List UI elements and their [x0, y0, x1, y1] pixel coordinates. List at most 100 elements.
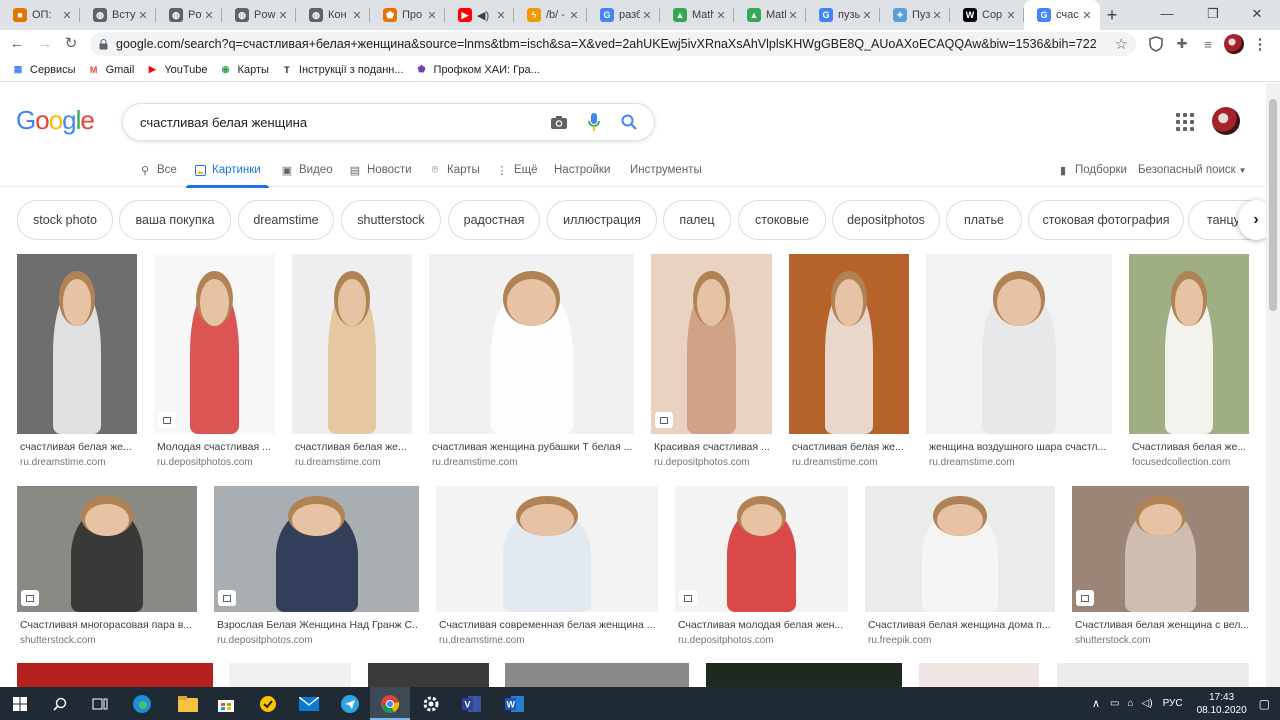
image-thumbnail[interactable]	[675, 486, 848, 612]
image-thumbnail[interactable]	[292, 254, 412, 434]
close-window-button[interactable]: ✕	[1234, 0, 1280, 30]
tab-maps[interactable]: ⌾ Карты	[429, 153, 480, 187]
tab-close-icon[interactable]: ✕	[350, 9, 364, 22]
edge-icon[interactable]	[122, 687, 162, 720]
google-apps-icon[interactable]	[1176, 113, 1196, 133]
image-source[interactable]: ru.dreamstime.com	[20, 457, 136, 468]
search-icon[interactable]	[40, 687, 80, 720]
tab-all[interactable]: ⚲ Все	[139, 153, 177, 187]
media-control-icon[interactable]: ≡	[1198, 34, 1218, 54]
tab-close-icon[interactable]: ✕	[714, 9, 728, 22]
image-thumbnail[interactable]	[17, 663, 213, 687]
visio-icon[interactable]: V	[452, 687, 492, 720]
image-source[interactable]: shutterstock.com	[1075, 635, 1248, 646]
image-thumbnail[interactable]	[154, 254, 275, 434]
norton-icon[interactable]	[248, 687, 288, 720]
image-source[interactable]: ru.dreamstime.com	[792, 457, 908, 468]
browser-tab[interactable]: ◍ Pow✕	[222, 0, 296, 30]
image-caption[interactable]: Молодая счастливая ...	[157, 441, 274, 453]
image-source[interactable]: ru.freepik.com	[868, 635, 1054, 646]
image-source[interactable]: ru.dreamstime.com	[295, 457, 411, 468]
search-chip[interactable]: depositphotos	[832, 200, 940, 240]
image-thumbnail[interactable]	[919, 663, 1039, 687]
image-thumbnail[interactable]	[505, 663, 689, 687]
browser-tab[interactable]: ϟ/b/ - ✕	[514, 0, 587, 30]
image-thumbnail[interactable]	[17, 254, 137, 434]
image-caption[interactable]: Счастливая белая же...	[1132, 441, 1248, 453]
start-icon[interactable]	[0, 687, 40, 720]
image-caption[interactable]: Счастливая белая женщина с вел...	[1075, 619, 1248, 631]
profile-avatar[interactable]	[1224, 34, 1244, 54]
image-source[interactable]: ru.depositphotos.com	[157, 457, 274, 468]
language-indicator[interactable]: РУС	[1163, 698, 1183, 709]
image-thumbnail[interactable]	[17, 486, 197, 612]
image-thumbnail[interactable]	[706, 663, 902, 687]
bookmark-item[interactable]: ▦ Сервисы	[12, 64, 76, 76]
chevron-up-icon[interactable]: ∧	[1092, 697, 1100, 710]
tab-close-icon[interactable]: ✕	[930, 9, 944, 22]
image-caption[interactable]: Счастливая современная белая женщина ...	[439, 619, 657, 631]
search-box[interactable]: счастливая белая женщина	[122, 103, 655, 141]
tab-tools[interactable]: Инструменты	[630, 153, 702, 187]
search-chip[interactable]: shutterstock	[341, 200, 441, 240]
browser-tab[interactable]: ▲ Math✕	[660, 0, 734, 30]
image-caption[interactable]: Счастливая многорасовая пара в...	[20, 619, 196, 631]
volume-icon[interactable]: ◁)	[1142, 698, 1153, 709]
tab-close-icon[interactable]: ✕	[860, 9, 874, 22]
store-icon[interactable]	[206, 687, 246, 720]
maximize-button[interactable]: ❐	[1190, 0, 1236, 30]
image-thumbnail[interactable]	[1072, 486, 1249, 612]
image-thumbnail[interactable]	[214, 486, 419, 612]
image-source[interactable]: shutterstock.com	[20, 635, 196, 646]
image-caption[interactable]: Счастливая белая женщина дома п...	[868, 619, 1054, 631]
browser-menu-icon[interactable]: ⋮	[1250, 34, 1270, 54]
chrome-icon[interactable]	[370, 687, 410, 720]
chevron-right-icon[interactable]: ›	[1238, 200, 1266, 240]
image-thumbnail[interactable]	[368, 663, 489, 687]
search-chip[interactable]: платье	[946, 200, 1022, 240]
microphone-icon[interactable]	[584, 112, 604, 132]
image-caption[interactable]: женщина воздушного шара счастл...	[929, 441, 1111, 453]
battery-icon[interactable]: ▭	[1110, 698, 1119, 709]
browser-tab[interactable]: ◍ Всту ✕	[80, 0, 156, 30]
image-source[interactable]: ru.dreamstime.com	[432, 457, 633, 468]
search-chip[interactable]: стоковые	[738, 200, 826, 240]
browser-tab[interactable]: ◍ Кон ✕	[296, 0, 370, 30]
image-caption[interactable]: счастливая белая же...	[20, 441, 136, 453]
search-chip[interactable]: ваша покупка	[119, 200, 231, 240]
search-chip[interactable]: dreamstime	[238, 200, 334, 240]
tab-settings[interactable]: Настройки	[554, 153, 610, 187]
browser-tab[interactable]: Gсчас ✕	[1024, 0, 1100, 30]
back-button[interactable]: ←	[6, 33, 28, 55]
image-caption[interactable]: счастливая белая же...	[792, 441, 908, 453]
tab-close-icon[interactable]: ✕	[276, 9, 290, 22]
tab-close-icon[interactable]: ✕	[425, 9, 439, 22]
image-source[interactable]: ru.dreamstime.com	[439, 635, 657, 646]
browser-tab[interactable]: ◍ Pow✕	[156, 0, 222, 30]
image-source[interactable]: ru.dreamstime.com	[929, 457, 1111, 468]
new-tab-button[interactable]: +	[1100, 4, 1124, 26]
browser-tab[interactable]: ▶ ◀) ✕	[445, 0, 514, 30]
tab-close-icon[interactable]: ✕	[136, 9, 150, 22]
reload-button[interactable]: ↻	[60, 33, 82, 55]
camera-icon[interactable]	[549, 112, 569, 132]
search-input[interactable]: счастливая белая женщина	[140, 115, 549, 130]
browser-tab[interactable]: Gпузы ✕	[806, 0, 880, 30]
browser-tab[interactable]: ▲ Math✕	[734, 0, 806, 30]
word-icon[interactable]: W	[495, 687, 535, 720]
shield-extension-icon[interactable]	[1146, 34, 1166, 54]
search-icon[interactable]	[619, 112, 639, 132]
tab-news[interactable]: ▤ Новости	[349, 153, 412, 187]
image-thumbnail[interactable]	[436, 486, 658, 612]
browser-tab[interactable]: Gразб ✕	[587, 0, 660, 30]
search-chip[interactable]: иллюстрация	[547, 200, 657, 240]
address-bar[interactable]: google.com/search?q=счастливая+белая+жен…	[90, 32, 1136, 56]
image-thumbnail[interactable]	[1057, 663, 1249, 687]
minimize-button[interactable]: —	[1144, 0, 1190, 30]
search-chip[interactable]: радостная	[448, 200, 540, 240]
tab-close-icon[interactable]: ✕	[640, 9, 654, 22]
tab-more[interactable]: ⋮ Ещё	[496, 153, 538, 187]
image-source[interactable]: ru.depositphotos.com	[654, 457, 771, 468]
search-chip[interactable]: stock photo	[17, 200, 113, 240]
mail-icon[interactable]	[289, 687, 329, 720]
